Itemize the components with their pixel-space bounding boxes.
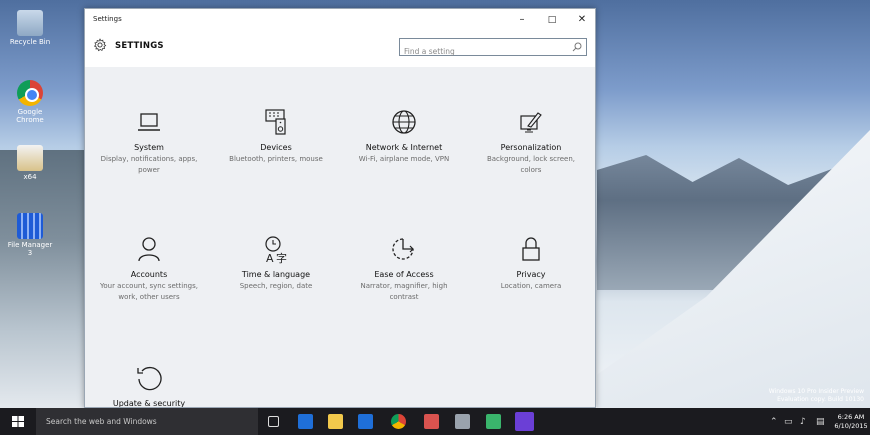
tile-description: Wi-Fi, airplane mode, VPN bbox=[358, 155, 450, 163]
taskbar-search-box[interactable]: Search the web and Windows bbox=[36, 408, 258, 435]
task-view-icon[interactable] bbox=[268, 416, 279, 427]
tile-description: Display, notifications, apps, power bbox=[100, 155, 198, 174]
volume-tray-icon[interactable]: ♪ bbox=[800, 417, 806, 427]
tile-time-language[interactable]: A 字 Time & language Speech, region, date bbox=[215, 234, 337, 292]
gear-icon bbox=[93, 38, 107, 52]
search-box[interactable] bbox=[399, 38, 587, 60]
desktop-icon-chrome[interactable]: Google Chrome bbox=[6, 80, 54, 124]
laptop-icon bbox=[138, 113, 160, 131]
file-manager-icon bbox=[17, 213, 43, 239]
windows-start-icon[interactable] bbox=[12, 416, 24, 427]
tile-update-security[interactable]: Update & security bbox=[88, 363, 210, 408]
settings-grid: System Display, notifications, apps, pow… bbox=[85, 67, 595, 408]
system-clock[interactable]: 6:26 AM 6/10/2015 bbox=[832, 413, 870, 431]
update-icon bbox=[137, 366, 162, 391]
network-app-icon[interactable] bbox=[486, 414, 501, 429]
file-icon bbox=[17, 145, 43, 171]
tile-title: Network & Internet bbox=[365, 143, 443, 152]
tile-description: Background, lock screen, colors bbox=[486, 155, 576, 174]
tile-title: Privacy bbox=[516, 270, 546, 279]
store-icon[interactable] bbox=[358, 414, 373, 429]
recycle-bin-icon bbox=[17, 10, 43, 36]
page-title: SETTINGS bbox=[115, 41, 164, 51]
chrome-icon bbox=[17, 80, 43, 106]
tile-description: Bluetooth, printers, mouse bbox=[229, 155, 323, 163]
minimize-button[interactable]: – bbox=[507, 11, 537, 29]
clock-time: 6:26 AM bbox=[837, 413, 865, 421]
paintbrush-icon bbox=[520, 112, 542, 133]
tile-title: Ease of Access bbox=[374, 270, 434, 279]
tile-description: Speech, region, date bbox=[239, 282, 313, 290]
maximize-button[interactable]: □ bbox=[537, 11, 567, 29]
watermark-line-2: Evaluation copy. Build 10130 bbox=[777, 396, 864, 403]
settings-taskbar-icon[interactable] bbox=[515, 412, 534, 431]
tile-devices[interactable]: Devices Bluetooth, printers, mouse bbox=[215, 107, 337, 165]
settings-header: SETTINGS bbox=[85, 31, 595, 67]
search-input[interactable] bbox=[400, 43, 565, 60]
tile-title: Personalization bbox=[500, 143, 562, 152]
close-button[interactable]: ✕ bbox=[567, 11, 595, 29]
tile-title: System bbox=[134, 143, 164, 152]
paint-icon[interactable] bbox=[424, 414, 439, 429]
tile-description: Location, camera bbox=[500, 282, 562, 290]
tile-accounts[interactable]: Accounts Your account, sync settings, wo… bbox=[88, 234, 210, 303]
app-icon[interactable] bbox=[455, 414, 470, 429]
svg-text:字: 字 bbox=[276, 251, 287, 264]
desktop-icon-label: Recycle Bin bbox=[9, 38, 51, 46]
desktop-icon-label: x64 bbox=[23, 173, 37, 181]
tile-system[interactable]: System Display, notifications, apps, pow… bbox=[88, 107, 210, 176]
tile-network-internet[interactable]: Network & Internet Wi-Fi, airplane mode,… bbox=[343, 107, 465, 165]
network-tray-icon[interactable]: ▭ bbox=[784, 417, 793, 427]
wallpaper-mountain-left bbox=[0, 150, 90, 408]
edge-browser-icon[interactable] bbox=[298, 414, 313, 429]
tray-chevron-icon[interactable]: ⌃ bbox=[770, 417, 778, 427]
tile-personalization[interactable]: Personalization Background, lock screen,… bbox=[470, 107, 592, 176]
desktop-icon-label: Google Chrome bbox=[16, 108, 44, 124]
tile-title: Devices bbox=[260, 143, 292, 152]
window-title: Settings bbox=[93, 15, 122, 23]
desktop-icon-recycle-bin[interactable]: Recycle Bin bbox=[6, 10, 54, 46]
lock-icon bbox=[522, 237, 540, 261]
clock-date: 6/10/2015 bbox=[834, 422, 868, 430]
tile-privacy[interactable]: Privacy Location, camera bbox=[470, 234, 592, 292]
svg-text:A: A bbox=[266, 252, 274, 264]
desktop-icon-label: File Manager 3 bbox=[7, 241, 53, 257]
action-center-icon[interactable]: ▤ bbox=[816, 417, 825, 427]
desktop-icon-x64[interactable]: x64 bbox=[6, 145, 54, 181]
desktop-icon-file-manager[interactable]: File Manager 3 bbox=[6, 213, 54, 257]
person-icon bbox=[138, 237, 160, 262]
tile-description: Narrator, magnifier, high contrast bbox=[360, 282, 448, 301]
title-bar[interactable]: Settings – □ ✕ bbox=[85, 9, 595, 31]
tile-ease-of-access[interactable]: Ease of Access Narrator, magnifier, high… bbox=[343, 234, 465, 303]
watermark-line-1: Windows 10 Pro Insider Preview bbox=[768, 388, 864, 395]
tile-description: Your account, sync settings, work, other… bbox=[100, 282, 198, 301]
tile-title: Accounts bbox=[130, 270, 168, 279]
settings-window: Settings – □ ✕ SETTINGS System Display, … bbox=[84, 8, 596, 408]
chrome-taskbar-icon[interactable] bbox=[391, 414, 406, 429]
tile-title: Time & language bbox=[241, 270, 311, 279]
time-language-icon: A 字 bbox=[265, 236, 287, 264]
tile-title: Update & security bbox=[112, 399, 186, 408]
ease-of-access-icon bbox=[392, 238, 414, 260]
search-icon[interactable] bbox=[572, 42, 582, 52]
taskbar: Search the web and Windows ⌃ ▭ ♪ ▤ 6:26 … bbox=[0, 408, 870, 435]
devices-icon bbox=[265, 109, 286, 135]
windows-watermark: Windows 10 Pro Insider Preview Evaluatio… bbox=[769, 388, 864, 404]
globe-icon bbox=[392, 110, 416, 134]
file-explorer-icon[interactable] bbox=[328, 414, 343, 429]
